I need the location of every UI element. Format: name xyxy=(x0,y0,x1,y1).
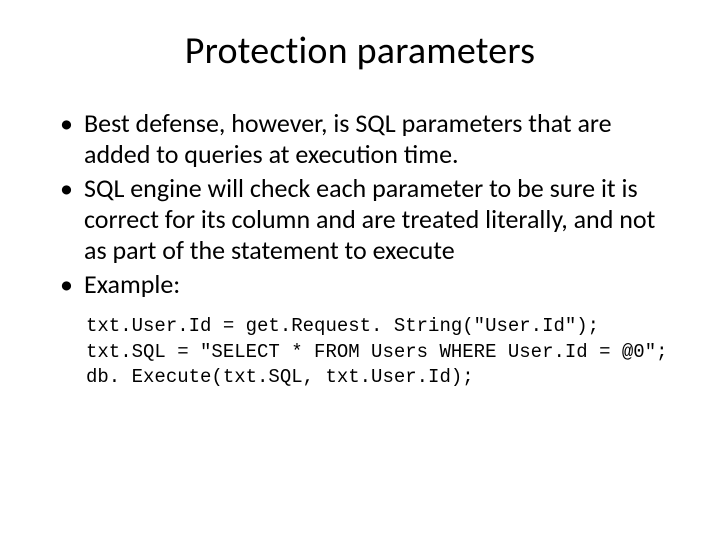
bullet-item: Example: xyxy=(60,269,674,300)
bullet-item: Best defense, however, is SQL parameters… xyxy=(60,108,674,169)
slide-title: Protection parameters xyxy=(40,28,680,74)
code-example: txt.User.Id = get.Request. String("User.… xyxy=(86,314,680,391)
bullet-item: SQL engine will check each parameter to … xyxy=(60,173,674,265)
bullet-list: Best defense, however, is SQL parameters… xyxy=(40,108,680,300)
slide: Protection parameters Best defense, howe… xyxy=(0,0,720,540)
